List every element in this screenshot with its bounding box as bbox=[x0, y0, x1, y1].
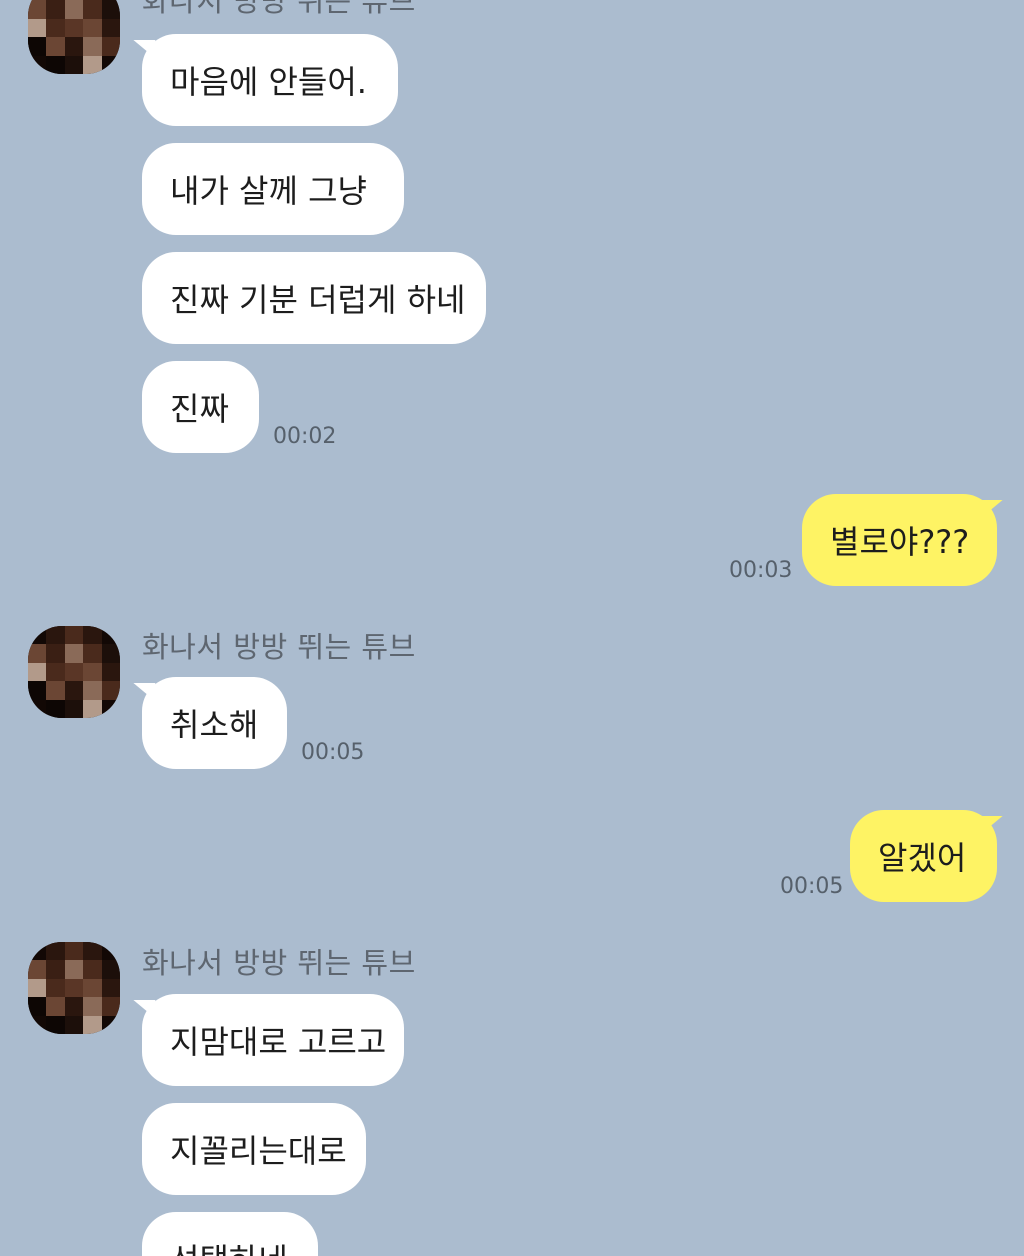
avatar-mosaic-cell bbox=[28, 942, 47, 961]
avatar-mosaic-cell bbox=[46, 18, 65, 38]
avatar-mosaic-cell bbox=[28, 644, 47, 663]
avatar-mosaic-cell bbox=[46, 699, 65, 718]
avatar-mosaic-cell bbox=[101, 942, 120, 961]
profile-avatar-icon[interactable] bbox=[28, 0, 120, 74]
incoming-message-bubble[interactable]: 마음에 안들어. bbox=[142, 34, 398, 126]
avatar-mosaic-cell bbox=[28, 1015, 47, 1034]
avatar-mosaic-cell bbox=[46, 644, 65, 663]
chat-room[interactable]: 화나서 방방 뛰는 튜브 마음에 안들어. 내가 살께 그냥 진짜 기분 더럽게… bbox=[0, 0, 1024, 1256]
avatar-mosaic-cell bbox=[28, 0, 47, 19]
avatar-mosaic-cell bbox=[83, 699, 102, 718]
avatar-mosaic-cell bbox=[101, 1015, 120, 1034]
avatar-mosaic-cell bbox=[101, 662, 120, 682]
avatar-mosaic-cell bbox=[28, 37, 47, 56]
incoming-message-bubble[interactable]: 취소해 bbox=[142, 677, 287, 769]
avatar-mosaic-cell bbox=[28, 699, 47, 718]
avatar-mosaic-cell bbox=[101, 960, 120, 979]
avatar-mosaic-cell bbox=[83, 55, 102, 74]
avatar-mosaic-cell bbox=[46, 662, 65, 682]
avatar-mosaic-cell bbox=[46, 55, 65, 74]
avatar-mosaic-cell bbox=[64, 997, 84, 1016]
avatar-mosaic-cell bbox=[46, 960, 65, 979]
avatar-mosaic-cell bbox=[64, 18, 84, 38]
avatar-mosaic-cell bbox=[64, 960, 84, 979]
avatar-mosaic-cell bbox=[64, 626, 84, 645]
message-timestamp: 00:03 bbox=[729, 558, 793, 583]
avatar-mosaic-cell bbox=[46, 626, 65, 645]
avatar-mosaic-cell bbox=[83, 37, 102, 56]
sender-name: 화나서 방방 뛰는 튜브 bbox=[142, 0, 416, 18]
avatar-mosaic-cell bbox=[28, 978, 47, 998]
avatar-mosaic-cell bbox=[101, 978, 120, 998]
avatar-mosaic-cell bbox=[83, 644, 102, 663]
avatar-mosaic-cell bbox=[46, 37, 65, 56]
avatar-mosaic-cell bbox=[46, 0, 65, 19]
avatar-mosaic-cell bbox=[101, 699, 120, 718]
incoming-message-bubble[interactable]: 선택하네 bbox=[142, 1212, 318, 1256]
incoming-message-bubble[interactable]: 진짜 bbox=[142, 361, 259, 453]
avatar-mosaic-cell bbox=[83, 626, 102, 645]
avatar-mosaic-cell bbox=[83, 0, 102, 19]
outgoing-message-bubble[interactable]: 알겠어 bbox=[850, 810, 997, 902]
avatar-mosaic-cell bbox=[83, 662, 102, 682]
avatar-mosaic-cell bbox=[64, 55, 84, 74]
avatar-mosaic-cell bbox=[83, 960, 102, 979]
incoming-message-bubble[interactable]: 지꼴리는대로 bbox=[142, 1103, 366, 1195]
avatar-mosaic-cell bbox=[46, 1015, 65, 1034]
avatar-mosaic-cell bbox=[28, 626, 47, 645]
message-timestamp: 00:02 bbox=[273, 424, 337, 449]
avatar-mosaic-cell bbox=[101, 644, 120, 663]
avatar-mosaic-cell bbox=[64, 0, 84, 19]
incoming-message-bubble[interactable]: 진짜 기분 더럽게 하네 bbox=[142, 252, 486, 344]
sender-name: 화나서 방방 뛰는 튜브 bbox=[142, 630, 416, 664]
avatar-mosaic-cell bbox=[83, 997, 102, 1016]
avatar-mosaic-cell bbox=[64, 699, 84, 718]
avatar-mosaic-cell bbox=[64, 942, 84, 961]
outgoing-message-bubble[interactable]: 별로야??? bbox=[802, 494, 997, 586]
avatar-mosaic-cell bbox=[101, 626, 120, 645]
avatar-mosaic-cell bbox=[83, 1015, 102, 1034]
avatar-mosaic-cell bbox=[28, 18, 47, 38]
avatar-mosaic-cell bbox=[101, 997, 120, 1016]
profile-avatar-icon[interactable] bbox=[28, 626, 120, 718]
avatar-mosaic-cell bbox=[28, 960, 47, 979]
avatar-mosaic-cell bbox=[64, 37, 84, 56]
avatar-mosaic-cell bbox=[64, 1015, 84, 1034]
avatar-mosaic-cell bbox=[64, 662, 84, 682]
avatar-mosaic-cell bbox=[101, 18, 120, 38]
avatar-mosaic-cell bbox=[101, 55, 120, 74]
avatar-mosaic-cell bbox=[28, 55, 47, 74]
incoming-message-bubble[interactable]: 지맘대로 고르고 bbox=[142, 994, 404, 1086]
profile-avatar-icon[interactable] bbox=[28, 942, 120, 1034]
sender-name: 화나서 방방 뛰는 튜브 bbox=[142, 946, 416, 980]
avatar-mosaic-cell bbox=[101, 37, 120, 56]
avatar-mosaic-cell bbox=[64, 681, 84, 700]
avatar-mosaic-cell bbox=[28, 662, 47, 682]
avatar-mosaic-cell bbox=[46, 978, 65, 998]
avatar-mosaic-cell bbox=[46, 681, 65, 700]
avatar-mosaic-cell bbox=[28, 997, 47, 1016]
avatar-mosaic-cell bbox=[83, 942, 102, 961]
avatar-mosaic-cell bbox=[101, 681, 120, 700]
incoming-message-bubble[interactable]: 내가 살께 그냥 bbox=[142, 143, 404, 235]
avatar-mosaic-cell bbox=[83, 681, 102, 700]
avatar-mosaic-cell bbox=[46, 942, 65, 961]
avatar-mosaic-cell bbox=[46, 997, 65, 1016]
avatar-mosaic-cell bbox=[28, 681, 47, 700]
message-timestamp: 00:05 bbox=[301, 740, 365, 765]
message-timestamp: 00:05 bbox=[780, 874, 844, 899]
avatar-mosaic-cell bbox=[64, 978, 84, 998]
avatar-mosaic-cell bbox=[64, 644, 84, 663]
avatar-mosaic-cell bbox=[83, 978, 102, 998]
avatar-mosaic-cell bbox=[101, 0, 120, 19]
avatar-mosaic-cell bbox=[83, 18, 102, 38]
